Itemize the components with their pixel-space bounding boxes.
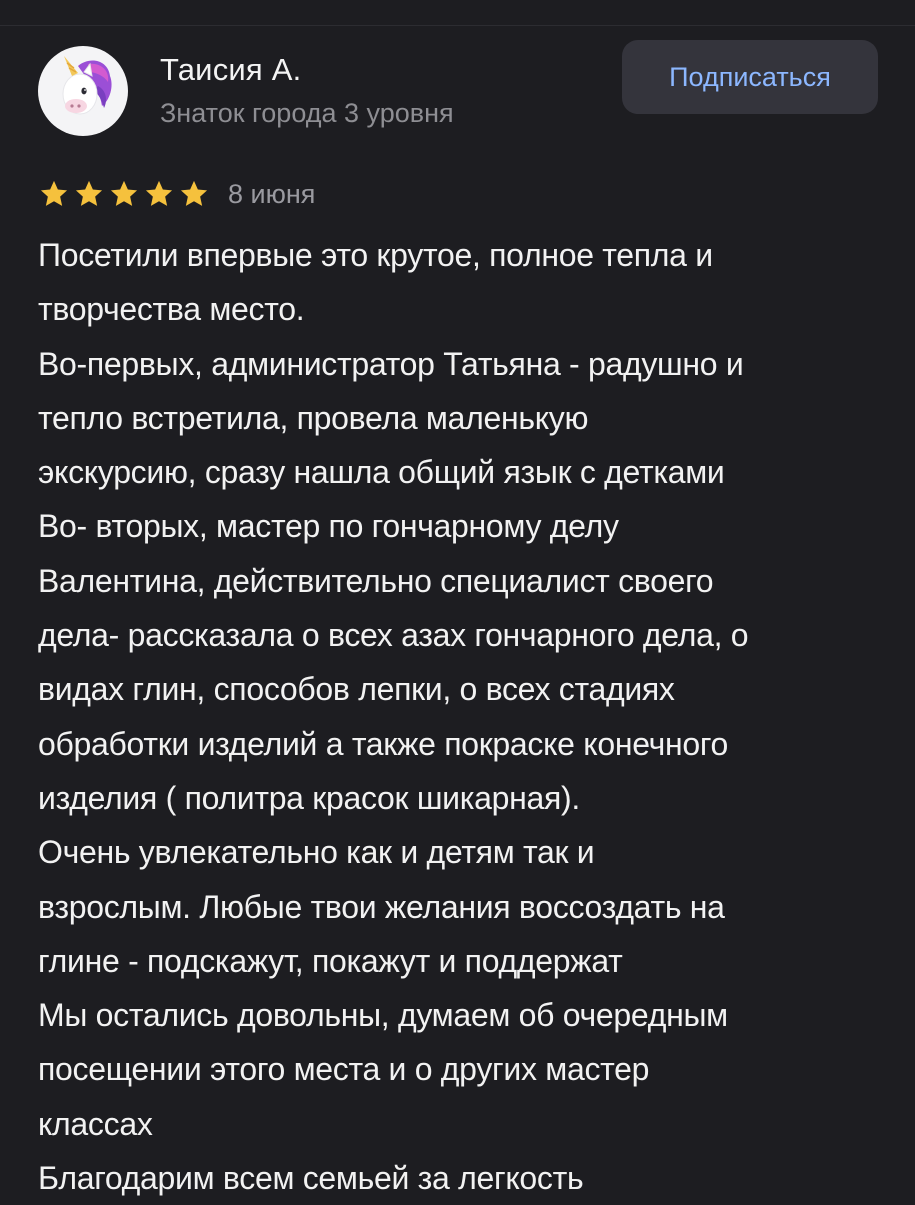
review-text-line: Посетили впервые это крутое, полное тепл…	[38, 237, 713, 273]
review-text-line: обработки изделий а также покраске конеч…	[38, 725, 729, 762]
review-text-line: глине - подскажут, покажут и поддержат	[38, 942, 623, 979]
author-level: Знаток города 3 уровня	[160, 98, 454, 128]
star-icon	[40, 180, 68, 206]
review-text-line: Во-первых, администратор Татьяна - радуш…	[38, 345, 744, 382]
review-text-line: тепло встретила, провела маленькую	[38, 399, 589, 436]
review-text-line: экскурсию, сразу нашла общий язык с детк…	[38, 454, 725, 491]
review-date: 8 июня	[228, 178, 316, 209]
rating-row: 8 июня	[38, 174, 315, 214]
review-text-line: дела- рассказала о всех азах гончарного …	[38, 617, 749, 654]
top-divider	[0, 0, 915, 26]
subscribe-button[interactable]: Подписаться	[622, 40, 878, 114]
review-text-line: Благодарим всем семьей за легкость	[38, 1160, 584, 1197]
star-icon	[75, 180, 103, 206]
review-text-line: изделия ( политра красок шикарная).	[38, 779, 581, 816]
review-text-line: взрослым. Любые твои желания воссоздать …	[38, 888, 725, 925]
rating-stars	[38, 178, 210, 210]
review-text-line: творчества место.	[38, 291, 305, 328]
review-text-line: посещении этого места и о других мастер	[38, 1051, 650, 1088]
review-text-line: классах	[38, 1105, 153, 1142]
review-header: Таисия А. Знаток города 3 уровня Подписа…	[38, 40, 878, 146]
review-text-line: Валентина, действительно специалист свое…	[38, 562, 714, 599]
review-text: Посетили впервые это крутое, полное тепл…	[38, 228, 890, 1205]
review-text-line: Мы остались довольны, думаем об очередны…	[38, 997, 728, 1034]
avatar[interactable]	[38, 46, 128, 136]
review-text-line: видах глин, способов лепки, о всех стади…	[38, 671, 675, 708]
star-icon	[145, 180, 173, 206]
star-icon	[180, 180, 208, 206]
star-icon	[110, 180, 138, 206]
author-name[interactable]: Таисия А.	[160, 52, 301, 88]
unicorn-icon	[62, 56, 112, 115]
review-text-line: Очень увлекательно как и детям так и	[38, 834, 595, 871]
review-text-line: Во- вторых, мастер по гончарному делу	[38, 508, 619, 545]
